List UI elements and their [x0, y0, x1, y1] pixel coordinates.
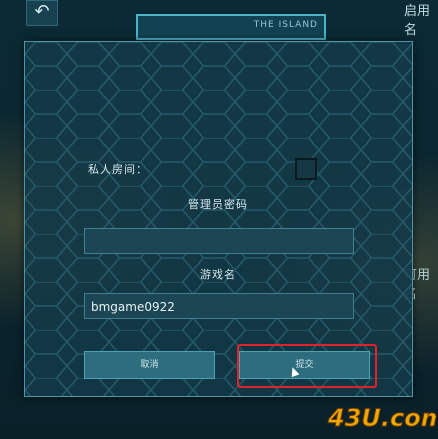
- undo-arrow-icon: ↶: [34, 1, 50, 22]
- hex-pattern: [25, 42, 412, 396]
- private-room-checkbox[interactable]: [295, 158, 317, 180]
- map-name: THE ISLAND: [253, 20, 318, 30]
- game-name-input[interactable]: bmgame0922: [84, 293, 354, 319]
- cancel-button[interactable]: 取消: [84, 351, 215, 379]
- game-name-label: 游戏名: [200, 268, 236, 281]
- host-game-dialog: 私人房间： 管理员密码 游戏名 bmgame0922 取消 提交: [24, 41, 413, 397]
- watermark-text: 43U.com: [327, 404, 436, 432]
- map-selector[interactable]: THE ISLAND: [136, 14, 326, 40]
- admin-password-input[interactable]: [84, 228, 354, 254]
- admin-password-label: 管理员密码: [188, 198, 248, 211]
- private-room-label: 私人房间：: [88, 163, 148, 176]
- confirm-highlight-box: [237, 344, 377, 388]
- watermark-logo: 43U.com: [327, 404, 437, 433]
- top-right-label: 启用名: [404, 4, 431, 38]
- back-button[interactable]: ↶: [26, 0, 58, 26]
